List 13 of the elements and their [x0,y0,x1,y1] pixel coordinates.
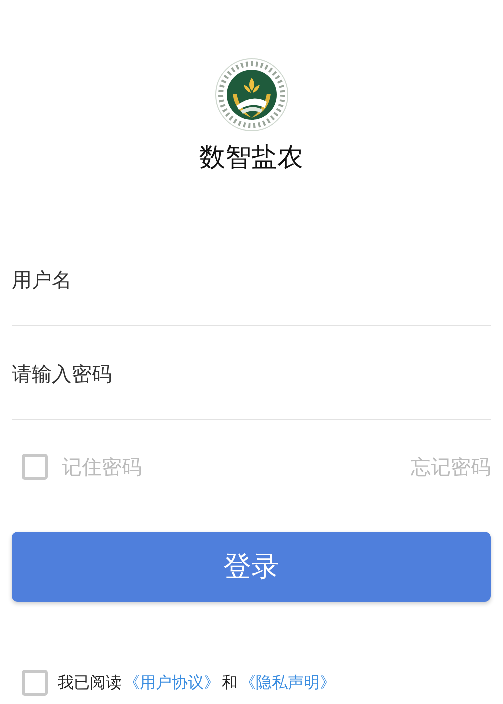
checkbox[interactable] [22,670,48,696]
agreement-link[interactable]: 《隐私声明》 [240,671,336,695]
logo-icon [214,58,288,132]
agreement-link[interactable]: 《用户协议》 [124,671,220,695]
input-field[interactable]: 请输入密码 [12,326,491,420]
checkbox[interactable] [22,454,48,480]
input-field[interactable]: 用户名 [12,232,491,326]
forgot-password-link[interactable]: 忘记密码 [411,452,491,482]
agreement-text: 我已阅读 [58,672,122,694]
login-button[interactable]: 登录 [12,532,491,602]
agreement-text: 和 [222,672,238,694]
app-title: 数智盐农 [200,142,304,174]
remember-label: 记住密码 [62,454,142,481]
